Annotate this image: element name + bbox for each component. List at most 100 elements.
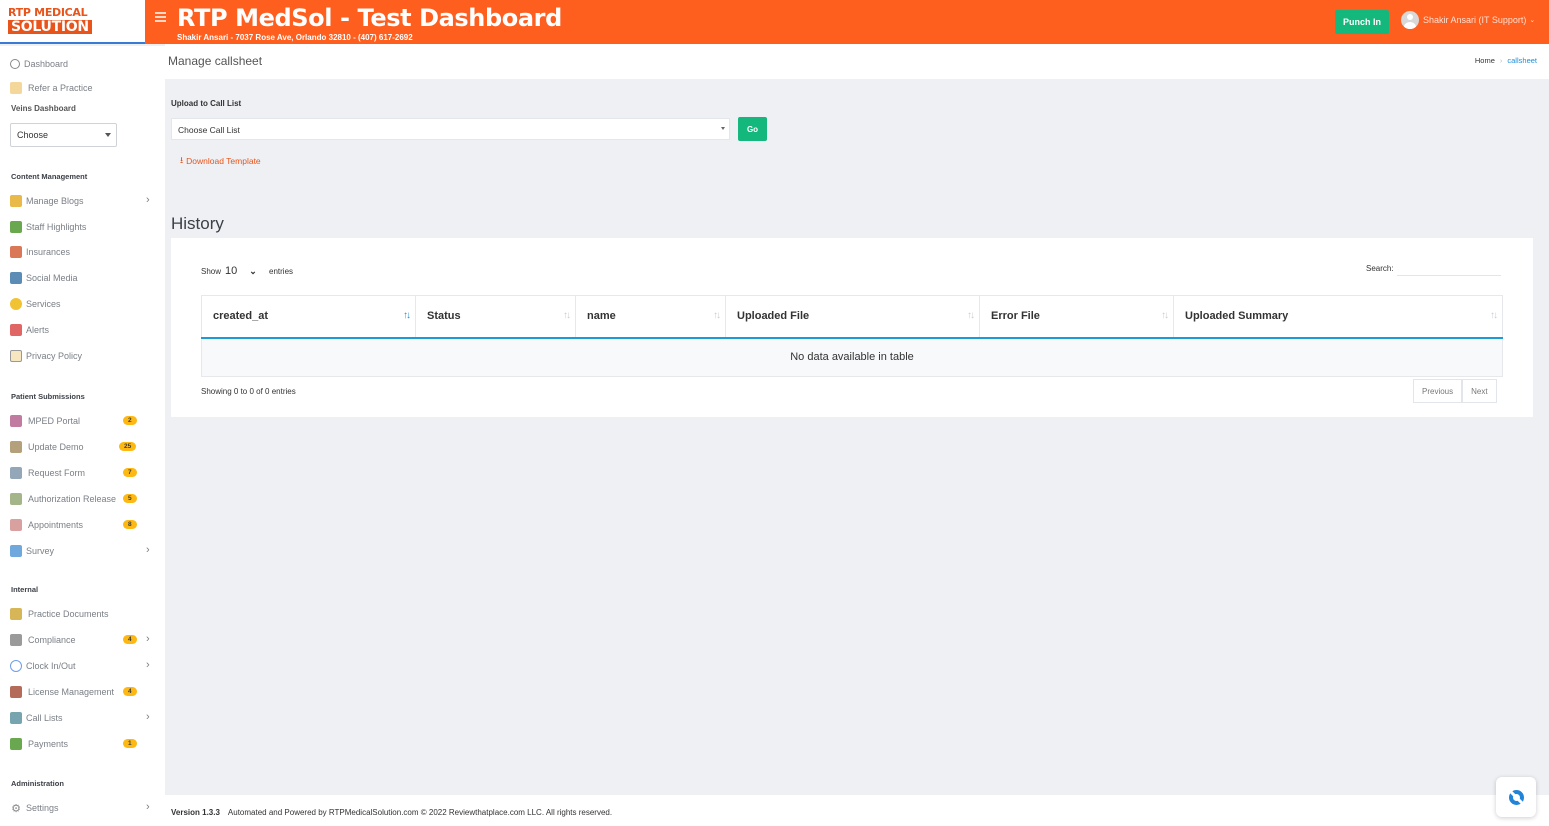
previous-button[interactable]: Previous bbox=[1413, 379, 1463, 403]
survey-icon bbox=[10, 545, 22, 557]
user-menu[interactable]: Shakir Ansari (IT Support) ⌄ bbox=[1401, 11, 1535, 29]
dashboard-icon bbox=[10, 59, 20, 69]
avatar bbox=[1401, 11, 1419, 29]
sidebar-item-label: Clock In/Out bbox=[26, 661, 76, 671]
user-name: Shakir Ansari (IT Support) bbox=[1423, 15, 1527, 25]
column-header-uploaded-file[interactable]: Uploaded File ↑↓ bbox=[725, 295, 980, 339]
calendar-icon bbox=[10, 519, 22, 531]
download-template-link[interactable]: ⭳ Download Template bbox=[180, 153, 261, 169]
version-label: Version 1.3.3 bbox=[171, 808, 220, 817]
sidebar-item-insurances[interactable]: Insurances bbox=[10, 244, 160, 260]
lifebuoy-icon bbox=[1508, 789, 1524, 805]
sidebar-item-clock-in-out[interactable]: Clock In/Out › bbox=[10, 658, 160, 674]
sort-icon: ↑↓ bbox=[967, 310, 975, 321]
upload-label: Upload to Call List bbox=[171, 99, 242, 108]
logo[interactable]: RTP MEDICAL SOLUTION bbox=[0, 0, 145, 44]
menu-icon[interactable] bbox=[155, 12, 166, 24]
chevron-right-icon: › bbox=[146, 194, 150, 206]
sidebar-item-label: Appointments bbox=[28, 520, 84, 530]
sidebar-item-label: MPED Portal bbox=[28, 416, 81, 426]
sidebar-item-services[interactable]: Services bbox=[10, 296, 160, 312]
sidebar-item-authorization-release[interactable]: Authorization Release 5 bbox=[10, 491, 160, 507]
sidebar-item-manage-blogs[interactable]: Manage Blogs › bbox=[10, 193, 160, 209]
section-content-management: Content Management bbox=[11, 172, 88, 181]
sidebar-item-call-lists[interactable]: Call Lists › bbox=[10, 710, 160, 726]
sidebar-item-mped-portal[interactable]: MPED Portal 2 bbox=[10, 413, 160, 429]
sidebar-item-label: Social Media bbox=[26, 273, 78, 283]
call-list-icon bbox=[10, 712, 22, 724]
page-header: Manage callsheet Home › callsheet bbox=[165, 44, 1549, 79]
sidebar-item-label: Payments bbox=[28, 739, 69, 749]
pagination: Previous Next bbox=[1413, 379, 1497, 403]
chevron-down-icon: ⌄ bbox=[249, 265, 257, 276]
sidebar-item-social-media[interactable]: Social Media bbox=[10, 270, 160, 286]
sidebar-item-survey[interactable]: Survey › bbox=[10, 543, 160, 559]
sidebar-item-compliance[interactable]: Compliance 4 › bbox=[10, 632, 160, 648]
sort-icon: ↑↓ bbox=[713, 310, 721, 321]
sidebar-item-update-demo[interactable]: Update Demo 25 bbox=[10, 439, 160, 455]
sidebar-item-license-management[interactable]: License Management 4 bbox=[10, 684, 160, 700]
column-header-created-at[interactable]: created_at ↑↓ bbox=[201, 295, 416, 339]
punch-in-button[interactable]: Punch In bbox=[1335, 10, 1389, 34]
sidebar-item-request-form[interactable]: Request Form 7 bbox=[10, 465, 160, 481]
sidebar-item-refer[interactable]: Refer a Practice bbox=[10, 80, 160, 96]
breadcrumb-home[interactable]: Home bbox=[1475, 56, 1495, 65]
gear-icon: ⚙ bbox=[11, 802, 21, 815]
sidebar-item-alerts[interactable]: Alerts bbox=[10, 322, 160, 338]
column-header-error-file[interactable]: Error File ↑↓ bbox=[979, 295, 1174, 339]
authorization-icon bbox=[10, 493, 22, 505]
count-badge: 4 bbox=[123, 635, 137, 644]
column-header-name[interactable]: name ↑↓ bbox=[575, 295, 726, 339]
table-row: No data available in table bbox=[201, 337, 1503, 377]
search-box: Search: bbox=[1366, 261, 1501, 276]
sidebar-item-label: Manage Blogs bbox=[26, 196, 84, 206]
search-input[interactable] bbox=[1396, 261, 1501, 276]
sidebar-item-payments[interactable]: Payments 1 bbox=[10, 736, 160, 752]
clock-icon bbox=[10, 660, 22, 672]
call-list-select[interactable]: Choose Call List bbox=[171, 118, 730, 140]
veins-dashboard-title: Veins Dashboard bbox=[11, 104, 76, 113]
download-template-label: Download Template bbox=[186, 156, 261, 166]
staff-icon bbox=[10, 221, 22, 233]
column-header-status[interactable]: Status ↑↓ bbox=[415, 295, 576, 339]
sidebar-item-practice-documents[interactable]: Practice Documents bbox=[10, 606, 160, 622]
payments-icon bbox=[10, 738, 22, 750]
social-icon bbox=[10, 272, 22, 284]
footer: Version 1.3.3 Automated and Powered by RT… bbox=[165, 795, 1549, 826]
sidebar-item-settings[interactable]: ⚙ Settings › bbox=[10, 800, 160, 816]
column-header-uploaded-summary[interactable]: Uploaded Summary ↑↓ bbox=[1173, 295, 1503, 339]
top-bar: RTP MedSol - Test Dashboard Shakir Ansar… bbox=[145, 0, 1549, 44]
count-badge: 5 bbox=[123, 494, 137, 503]
sidebar-item-label: Insurances bbox=[26, 247, 71, 257]
request-form-icon bbox=[10, 467, 22, 479]
app-title: RTP MedSol - Test Dashboard bbox=[177, 4, 562, 32]
count-badge: 8 bbox=[123, 520, 137, 529]
section-internal: Internal bbox=[11, 585, 39, 594]
download-icon: ⭳ bbox=[180, 155, 184, 165]
help-button[interactable] bbox=[1496, 777, 1536, 817]
page-title: Manage callsheet bbox=[168, 54, 263, 68]
sidebar-item-dashboard[interactable]: Dashboard bbox=[10, 56, 160, 72]
next-button[interactable]: Next bbox=[1462, 379, 1497, 403]
count-badge: 2 bbox=[123, 416, 137, 425]
table-header-row: created_at ↑↓ Status ↑↓ name ↑↓ Uploaded Fi… bbox=[201, 295, 1503, 339]
sidebar-item-label: Settings bbox=[26, 803, 59, 813]
count-badge: 7 bbox=[123, 468, 137, 477]
sidebar-item-appointments[interactable]: Appointments 8 bbox=[10, 517, 160, 533]
sidebar-item-staff-highlights[interactable]: Staff Highlights bbox=[10, 219, 160, 235]
section-patient-submissions: Patient Submissions bbox=[11, 392, 85, 401]
chevron-right-icon: › bbox=[146, 801, 150, 813]
sidebar-item-privacy-policy[interactable]: Privacy Policy bbox=[10, 348, 160, 364]
veins-select[interactable]: Choose bbox=[10, 123, 117, 147]
go-button[interactable]: Go bbox=[738, 117, 767, 141]
column-header-label: created_at bbox=[213, 310, 269, 323]
chevron-right-icon: › bbox=[146, 633, 150, 645]
license-icon bbox=[10, 686, 22, 698]
entries-select[interactable]: 10 ⌄ bbox=[225, 265, 265, 277]
show-entries: Show 10 ⌄ entries bbox=[201, 265, 293, 277]
chevron-right-icon: › bbox=[146, 659, 150, 671]
sidebar-item-label: Practice Documents bbox=[28, 609, 109, 619]
sidebar-item-label: Request Form bbox=[28, 468, 86, 478]
privacy-icon bbox=[10, 350, 22, 362]
sort-icon: ↑↓ bbox=[1161, 310, 1169, 321]
